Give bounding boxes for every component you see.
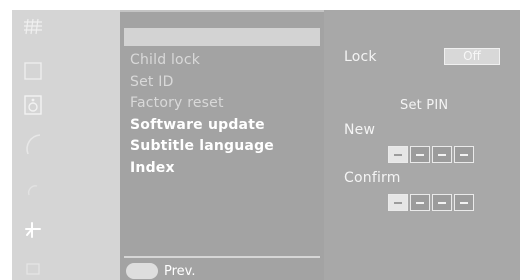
pin-digit-placeholder <box>416 153 424 156</box>
pin-digit-placeholder <box>438 153 446 156</box>
menu-item[interactable]: Factory reset <box>130 93 274 115</box>
pin-digit-placeholder <box>460 153 468 156</box>
menu-bottom-divider <box>124 256 320 258</box>
antenna-icon[interactable] <box>22 218 44 240</box>
menu-item[interactable]: Child lock <box>130 50 274 72</box>
pin-digit-cell[interactable] <box>410 194 430 211</box>
pin-digit-cell[interactable] <box>432 146 452 163</box>
small-arc-icon[interactable] <box>22 180 44 202</box>
set-pin-title: Set PIN <box>400 98 449 113</box>
speaker-icon[interactable] <box>22 94 44 116</box>
new-label: New <box>344 122 376 138</box>
icon-sidebar <box>12 10 120 280</box>
menu-item[interactable]: Index <box>130 158 274 180</box>
pin-digit-cell[interactable] <box>410 146 430 163</box>
menu-item[interactable]: Set ID <box>130 72 274 94</box>
tv-settings-screen: Child lock Set ID Factory reset Software up… <box>0 0 520 280</box>
pin-digit-placeholder <box>438 201 446 204</box>
arc-icon[interactable] <box>22 134 44 156</box>
box-icon[interactable] <box>22 258 44 280</box>
confirm-pin-input[interactable] <box>388 194 474 211</box>
pin-digit-placeholder <box>394 201 402 204</box>
pin-digit-cell[interactable] <box>454 146 474 163</box>
pin-digit-cell[interactable] <box>388 194 408 211</box>
pin-digit-placeholder <box>460 201 468 204</box>
lock-toggle[interactable]: Off <box>444 48 500 65</box>
options-menu: Child lock Set ID Factory reset Software up… <box>120 10 324 280</box>
new-pin-input[interactable] <box>388 146 474 163</box>
menu-top-divider <box>120 10 324 12</box>
pin-digit-placeholder <box>416 201 424 204</box>
pin-digit-cell[interactable] <box>388 146 408 163</box>
prev-label: Prev. <box>164 263 196 279</box>
menu-selection-bar[interactable] <box>124 28 320 46</box>
child-lock-settings: Lock Off Set PIN New Confirm <box>324 10 520 280</box>
menu-item[interactable]: Subtitle language <box>130 136 274 158</box>
pin-digit-placeholder <box>394 153 402 156</box>
pin-digit-cell[interactable] <box>454 194 474 211</box>
menu-item[interactable]: Software update <box>130 115 274 137</box>
grid-icon[interactable] <box>22 16 44 38</box>
prev-button-oval <box>126 263 158 279</box>
menu-list: Child lock Set ID Factory reset Software up… <box>130 50 274 179</box>
square-icon[interactable] <box>22 60 44 82</box>
prev-button[interactable]: Prev. <box>126 262 195 280</box>
confirm-label: Confirm <box>344 170 401 186</box>
pin-digit-cell[interactable] <box>432 194 452 211</box>
lock-label: Lock <box>344 49 377 65</box>
